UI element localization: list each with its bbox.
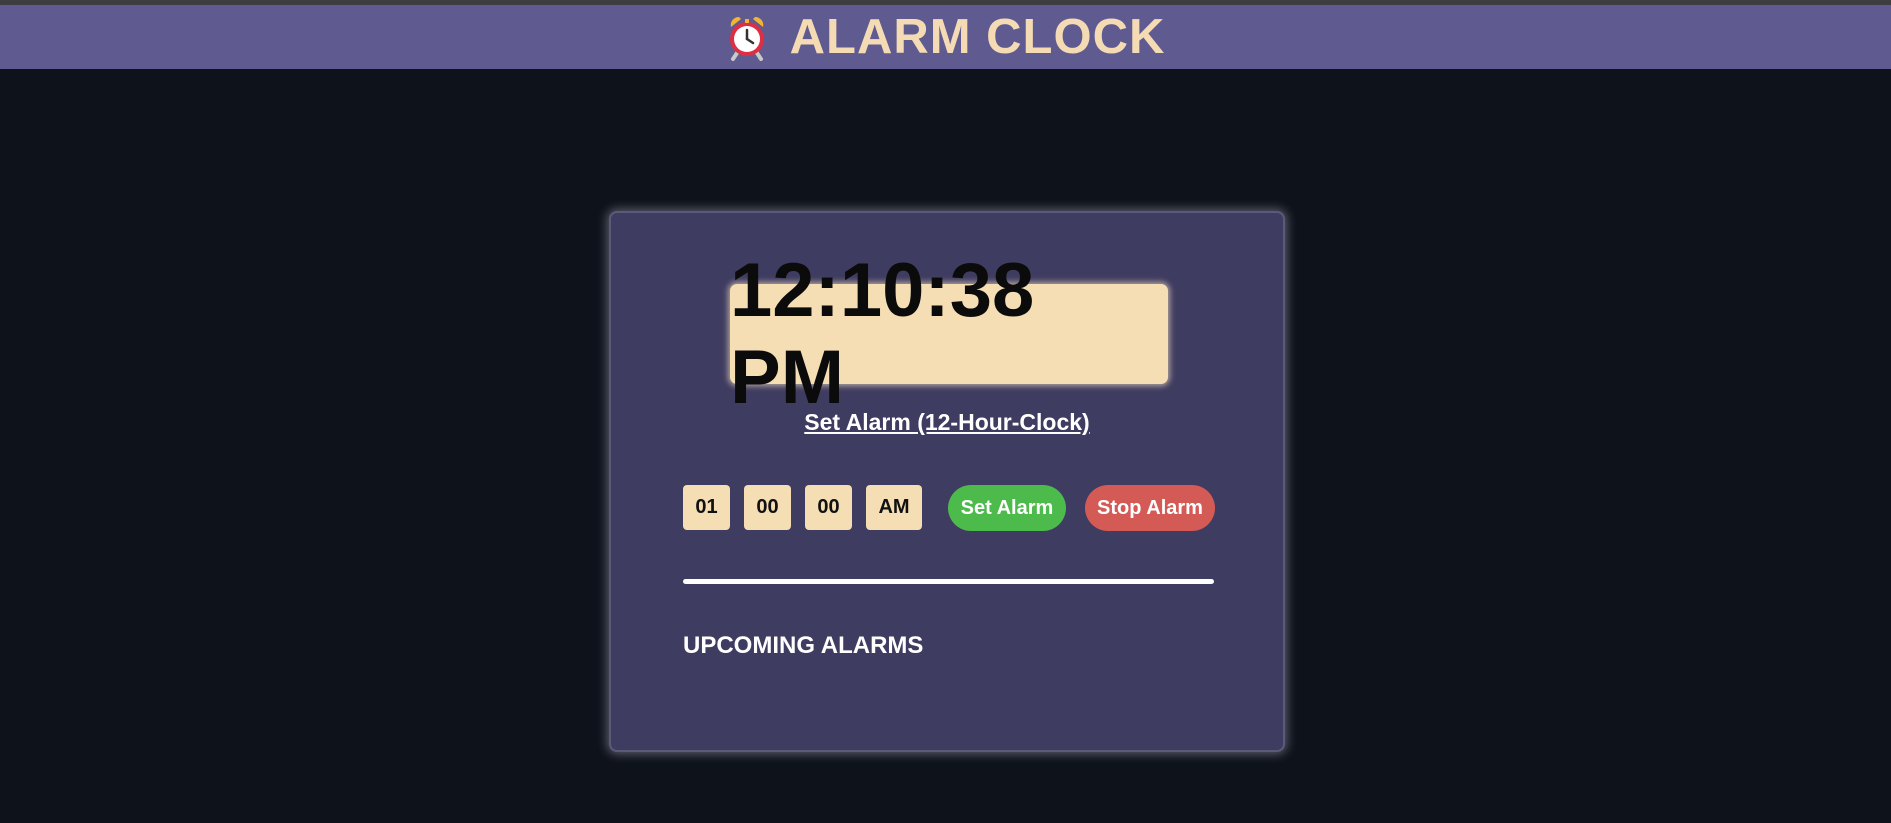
set-alarm-button[interactable]: Set Alarm bbox=[948, 485, 1066, 531]
divider bbox=[683, 579, 1214, 584]
stop-alarm-button[interactable]: Stop Alarm bbox=[1085, 485, 1215, 531]
hour-select[interactable]: 01 bbox=[683, 485, 730, 530]
app-header: ALARM CLOCK bbox=[0, 5, 1891, 69]
second-select[interactable]: 00 bbox=[805, 485, 852, 530]
alarm-card: 12:10:38 PM Set Alarm (12-Hour-Clock) 01… bbox=[609, 211, 1285, 752]
app-title: ALARM CLOCK bbox=[789, 9, 1166, 64]
current-time-display: 12:10:38 PM bbox=[730, 248, 1168, 420]
alarm-clock-icon bbox=[729, 16, 764, 61]
header-content: ALARM CLOCK bbox=[722, 12, 1166, 62]
set-alarm-heading-link[interactable]: Set Alarm (12-Hour-Clock) bbox=[611, 409, 1283, 436]
upcoming-alarms-heading: UPCOMING ALARMS bbox=[683, 632, 924, 659]
period-select[interactable]: AM bbox=[866, 485, 922, 530]
minute-select[interactable]: 00 bbox=[744, 485, 791, 530]
